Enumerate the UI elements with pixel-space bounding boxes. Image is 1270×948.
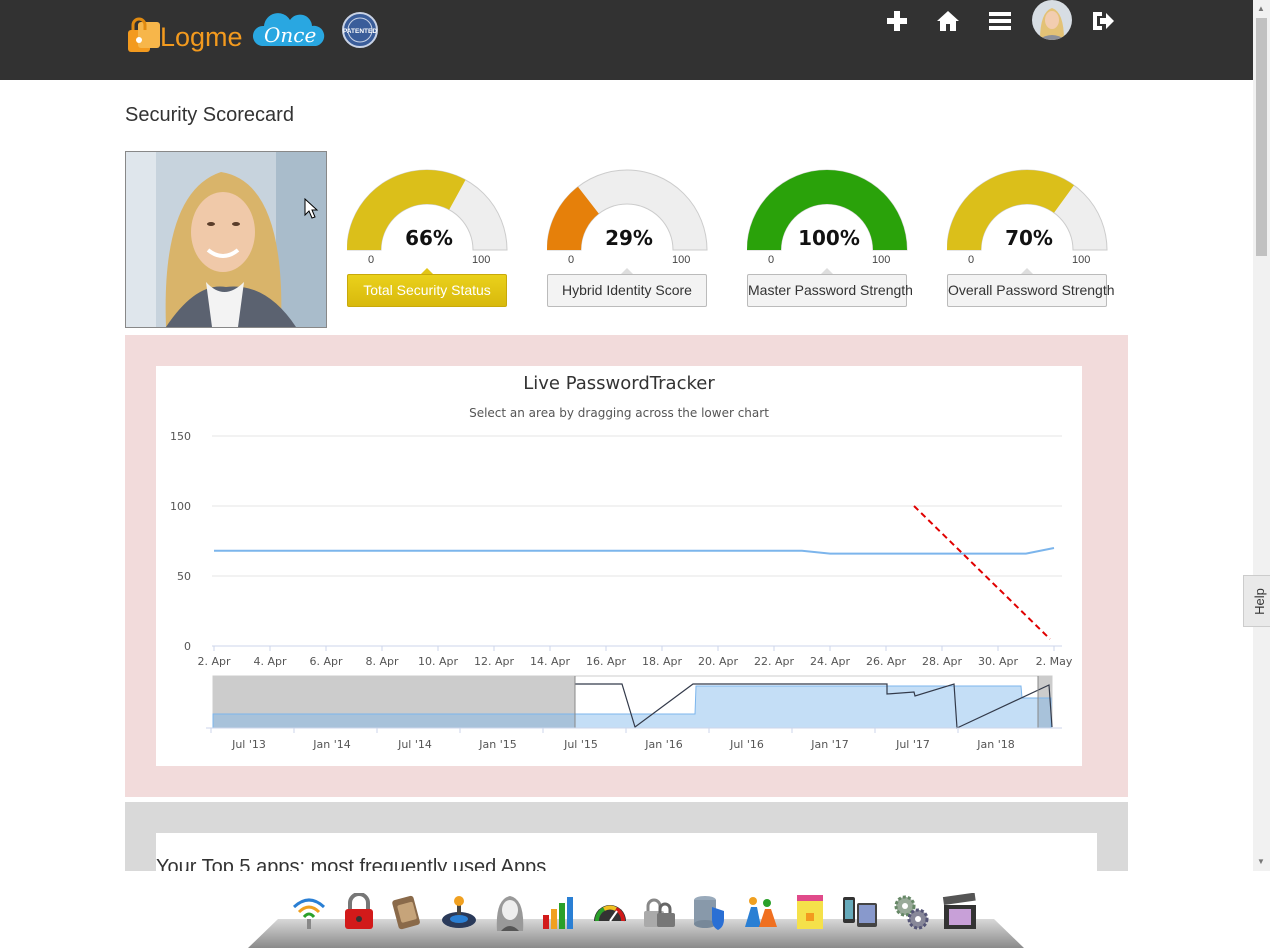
profile-photo-image	[126, 152, 326, 327]
portrait-icon[interactable]	[491, 893, 529, 931]
gauge-max: 100	[472, 254, 491, 266]
devices-icon[interactable]	[841, 893, 879, 931]
gauge-value: 70%	[1005, 226, 1053, 250]
avatar[interactable]	[1032, 0, 1072, 40]
master-password-strength-button[interactable]: Master Password Strength	[747, 274, 913, 307]
series-line	[214, 547, 1055, 555]
logo-icon[interactable]	[124, 12, 164, 58]
sticky-note-icon[interactable]	[791, 893, 829, 931]
navigator-tick-label: Jul '17	[895, 738, 930, 751]
x-tick-label: 12. Apr	[474, 655, 514, 668]
gauge-max: 100	[872, 254, 891, 266]
mouse-cursor-icon	[304, 198, 319, 219]
scrollbar-thumb[interactable]	[1256, 18, 1267, 256]
lock-icon[interactable]	[340, 893, 378, 931]
y-tick-label: 0	[184, 640, 191, 653]
y-tick-label: 150	[170, 430, 191, 443]
logout-icon[interactable]	[1090, 8, 1116, 34]
home-icon[interactable]	[935, 8, 961, 34]
gauge-value: 66%	[405, 226, 453, 250]
navigator-tick-label: Jul '16	[729, 738, 764, 751]
scroll-up-icon[interactable]: ▲	[1257, 4, 1265, 13]
navigator-tick-label: Jan '14	[312, 738, 350, 751]
x-tick-label: 6. Apr	[309, 655, 342, 668]
trend-line	[913, 505, 1051, 640]
gauge-max: 100	[1072, 254, 1091, 266]
navigator-tick-label: Jul '15	[563, 738, 598, 751]
gauge-min: 0	[368, 254, 375, 266]
navigator-tick-label: Jan '16	[644, 738, 682, 751]
logo-text-left: Logme	[160, 22, 243, 52]
logo-text: Logme	[160, 22, 243, 53]
padlocks-icon[interactable]	[640, 893, 678, 931]
x-tick-label: 22. Apr	[754, 655, 794, 668]
help-tab-label: Help	[1251, 588, 1267, 615]
x-tick-label: 24. Apr	[810, 655, 850, 668]
gauge-min: 0	[968, 254, 975, 266]
gauge-hybrid-identity: 29% 0 100 Hybrid Identity Score	[546, 168, 711, 308]
y-tick-label: 50	[177, 570, 191, 583]
gauge-min: 0	[568, 254, 575, 266]
x-tick-label: 10. Apr	[418, 655, 458, 668]
clapperboard-icon[interactable]	[941, 893, 979, 931]
database-shield-icon[interactable]	[690, 893, 728, 931]
chart-subtitle: Select an area by dragging across the lo…	[469, 406, 769, 420]
cloud-icon: Once	[252, 13, 325, 47]
wifi-icon[interactable]	[290, 893, 328, 931]
navigator-tick-label: Jan '15	[478, 738, 516, 751]
speedometer-icon[interactable]	[591, 893, 629, 931]
joystick-icon[interactable]	[440, 893, 478, 931]
profile-photo[interactable]	[125, 151, 327, 328]
gauge-value: 100%	[798, 226, 860, 250]
gauge-total-security: 66% 0 100 Total Security Status	[346, 168, 511, 308]
avatar-image	[1032, 0, 1072, 40]
x-tick-label: 2. May	[1036, 655, 1073, 668]
people-icon[interactable]	[741, 893, 779, 931]
x-tick-label: 20. Apr	[698, 655, 738, 668]
x-tick-label: 26. Apr	[866, 655, 906, 668]
chart-title: Live PasswordTracker	[523, 373, 715, 394]
wallet-icon[interactable]	[389, 893, 427, 931]
gauge-min: 0	[768, 254, 775, 266]
add-icon[interactable]	[884, 8, 910, 34]
total-security-status-button[interactable]: Total Security Status	[347, 274, 507, 307]
x-tick-label: 8. Apr	[365, 655, 398, 668]
gauge-master-password: 100% 0 100 Master Password Strength	[746, 168, 913, 308]
navigator-tick-label: Jan '18	[976, 738, 1014, 751]
password-tracker-chart: 150 100 50 0 2. Apr 4. Apr 6. Apr 8. Apr 10. Apr…	[156, 366, 1082, 766]
gauge-max: 100	[672, 254, 691, 266]
help-tab[interactable]: Help	[1243, 575, 1270, 627]
gears-icon[interactable]	[892, 893, 930, 931]
gauge-value: 29%	[605, 226, 653, 250]
scroll-down-icon[interactable]: ▼	[1257, 857, 1265, 866]
x-tick-label: 16. Apr	[586, 655, 626, 668]
menu-icon[interactable]	[987, 8, 1013, 34]
patent-badge-text: PATENTED	[343, 28, 377, 35]
x-tick-label: 30. Apr	[978, 655, 1018, 668]
chart-canvas[interactable]: 150 100 50 0 2. Apr 4. Apr 6. Apr 8. Apr 10. Apr…	[156, 366, 1082, 766]
page-title: Security Scorecard	[125, 104, 294, 126]
overall-password-strength-button[interactable]: Overall Password Strength	[947, 274, 1115, 307]
top-bar: Logme Once PATENTED	[0, 0, 1253, 80]
patented-badge-icon: PATENTED	[342, 12, 378, 48]
logo-text-right: Once	[264, 23, 316, 47]
x-tick-label: 14. Apr	[530, 655, 570, 668]
x-tick-label: 2. Apr	[197, 655, 230, 668]
y-tick-label: 100	[170, 500, 191, 513]
navigator-tick-label: Jul '14	[397, 738, 432, 751]
bar-chart-icon[interactable]	[541, 893, 579, 931]
x-tick-label: 4. Apr	[253, 655, 286, 668]
vertical-scrollbar[interactable]: ▲ ▼	[1253, 0, 1270, 871]
navigator-tick-label: Jul '13	[231, 738, 266, 751]
navigator-tick-label: Jan '17	[810, 738, 848, 751]
hybrid-identity-score-button[interactable]: Hybrid Identity Score	[547, 274, 707, 307]
x-tick-label: 18. Apr	[642, 655, 682, 668]
gauge-overall-password: 70% 0 100 Overall Password Strength	[946, 168, 1115, 308]
x-tick-label: 28. Apr	[922, 655, 962, 668]
